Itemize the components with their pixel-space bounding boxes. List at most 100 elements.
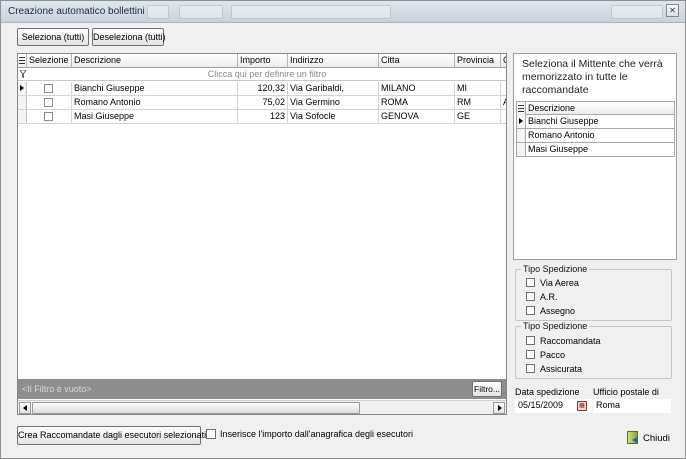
import-amount-label: Inserisce l'importo dall'anagrafica degl…	[220, 429, 414, 439]
importo-cell: 123	[238, 110, 288, 123]
column-chooser-icon[interactable]	[18, 54, 27, 68]
scroll-right-button[interactable]	[493, 402, 505, 414]
option-label: Pacco	[540, 350, 566, 360]
dialog-window: Creazione automatico bollettini ✕ Selezi…	[0, 0, 686, 459]
column-header-descrizione[interactable]: Descrizione	[72, 54, 238, 68]
row-pointer-icon	[20, 85, 24, 91]
row-pointer-icon	[519, 118, 523, 124]
selezione-cell	[27, 82, 72, 95]
date-field[interactable]: 05/15/2009 ▦	[515, 399, 592, 413]
mittente-list-item[interactable]: Romano Antonio	[516, 129, 675, 143]
office-label: Ufficio postale di	[593, 387, 659, 397]
import-amount-checkbox[interactable]	[206, 429, 216, 439]
office-value: Roma	[596, 400, 621, 410]
table-row[interactable]: Bianchi Giuseppe 120,32 Via Garibaldi, M…	[18, 82, 506, 96]
selezione-cell	[27, 110, 72, 123]
c-cell	[501, 110, 506, 123]
mittente-column-header[interactable]: Descrizione	[528, 102, 575, 115]
group-legend: Tipo Spedizione	[521, 264, 590, 274]
citta-cell: ROMA	[379, 96, 455, 109]
checkbox[interactable]	[526, 350, 535, 359]
c-cell: A	[501, 96, 506, 109]
office-field[interactable]: Roma	[593, 399, 671, 413]
calendar-icon[interactable]: ▦	[577, 401, 587, 411]
checkbox[interactable]	[526, 292, 535, 301]
column-header-c[interactable]: C	[501, 54, 506, 68]
exit-arrow-icon	[632, 437, 637, 443]
table-row[interactable]: Romano Antonio 75,02 Via Germino ROMA RM…	[18, 96, 506, 110]
indirizzo-cell: Via Sofocle	[288, 110, 379, 123]
c-cell	[501, 82, 506, 95]
current-row-indicator	[18, 82, 27, 95]
close-icon[interactable]: ✕	[666, 4, 679, 17]
selezione-cell	[27, 96, 72, 109]
title-bar[interactable]: Creazione automatico bollettini ✕	[1, 1, 685, 23]
mittente-list[interactable]: Descrizione Bianchi Giuseppe Romano Anto…	[516, 101, 675, 157]
descrizione-cell: Romano Antonio	[72, 96, 238, 109]
checkbox[interactable]	[526, 364, 535, 373]
group-legend: Tipo Spedizione	[521, 321, 590, 331]
option-label: A.R.	[540, 292, 558, 302]
scrollbar-thumb[interactable]	[32, 402, 360, 414]
filter-row[interactable]: Clicca qui per definire un filtro	[18, 68, 506, 81]
tipo-spedizione-group-2: Tipo Spedizione Raccomandata Pacco Assic…	[515, 321, 672, 379]
row-select-checkbox[interactable]	[44, 98, 53, 107]
column-header-citta[interactable]: Citta	[379, 54, 455, 68]
deselect-all-button[interactable]: Deseleziona (tutti)	[92, 28, 166, 46]
column-header-provincia[interactable]: Provincia	[455, 54, 501, 68]
current-row-indicator	[517, 115, 526, 128]
recipients-grid[interactable]: Selezione Descrizione Importo Indirizzo …	[17, 53, 507, 415]
create-raccomandate-button[interactable]: Crea Raccomandate dagli esecutori selezi…	[17, 426, 206, 445]
row-indicator	[517, 143, 526, 156]
window-title: Creazione automatico bollettini	[8, 6, 145, 17]
background-toolbar-ghost	[611, 5, 663, 19]
row-select-checkbox[interactable]	[44, 84, 53, 93]
background-toolbar-ghost	[147, 5, 169, 19]
horizontal-scrollbar[interactable]	[18, 400, 506, 414]
mittente-item-label: Bianchi Giuseppe	[528, 116, 599, 126]
option-label: Assicurata	[540, 364, 583, 374]
column-header-importo[interactable]: Importo	[238, 54, 288, 68]
indirizzo-cell: Via Germino	[288, 96, 379, 109]
checkbox[interactable]	[526, 306, 535, 315]
column-header-indirizzo[interactable]: Indirizzo	[288, 54, 379, 68]
mittente-list-item[interactable]: Masi Giuseppe	[516, 143, 675, 157]
citta-cell: GENOVA	[379, 110, 455, 123]
scroll-left-button[interactable]	[19, 402, 31, 414]
filter-button[interactable]: Filtro...	[472, 381, 502, 397]
option-label: Via Aerea	[540, 278, 579, 288]
checkbox[interactable]	[526, 278, 535, 287]
mittente-list-item[interactable]: Bianchi Giuseppe	[516, 115, 675, 129]
checkbox[interactable]	[526, 336, 535, 345]
filter-icon	[19, 69, 27, 80]
descrizione-cell: Bianchi Giuseppe	[72, 82, 238, 95]
mittente-item-label: Romano Antonio	[528, 130, 595, 140]
filter-status-bar: <Il Filtro è vuoto> Filtro...	[18, 379, 506, 399]
tipo-spedizione-group-1: Tipo Spedizione Via Aerea A.R. Assegno	[515, 264, 672, 321]
importo-cell: 75,02	[238, 96, 288, 109]
background-toolbar-ghost	[179, 5, 223, 19]
column-header-selezione[interactable]: Selezione	[27, 54, 72, 68]
mittente-list-header: Descrizione	[516, 101, 675, 115]
select-all-button[interactable]: Seleziona (tutti)	[17, 28, 89, 46]
grid-header: Selezione Descrizione Importo Indirizzo …	[18, 54, 506, 68]
row-select-checkbox[interactable]	[44, 112, 53, 121]
background-toolbar-ghost	[231, 5, 391, 19]
option-label: Raccomandata	[540, 336, 601, 346]
mittente-item-label: Masi Giuseppe	[528, 144, 589, 154]
indirizzo-cell: Via Garibaldi,	[288, 82, 379, 95]
date-value: 05/15/2009	[518, 400, 564, 410]
date-label: Data spedizione	[515, 387, 580, 397]
option-label: Assegno	[540, 306, 576, 316]
column-chooser-icon[interactable]	[517, 102, 526, 115]
descrizione-cell: Masi Giuseppe	[72, 110, 238, 123]
citta-cell: MILANO	[379, 82, 455, 95]
row-indicator	[18, 110, 27, 123]
row-indicator	[18, 96, 27, 109]
provincia-cell: MI	[455, 82, 501, 95]
row-indicator	[517, 129, 526, 142]
table-row[interactable]: Masi Giuseppe 123 Via Sofocle GENOVA GE	[18, 110, 506, 124]
importo-cell: 120,32	[238, 82, 288, 95]
filter-hint[interactable]: Clicca qui per definire un filtro	[28, 68, 506, 80]
chevron-left-icon	[23, 405, 27, 411]
